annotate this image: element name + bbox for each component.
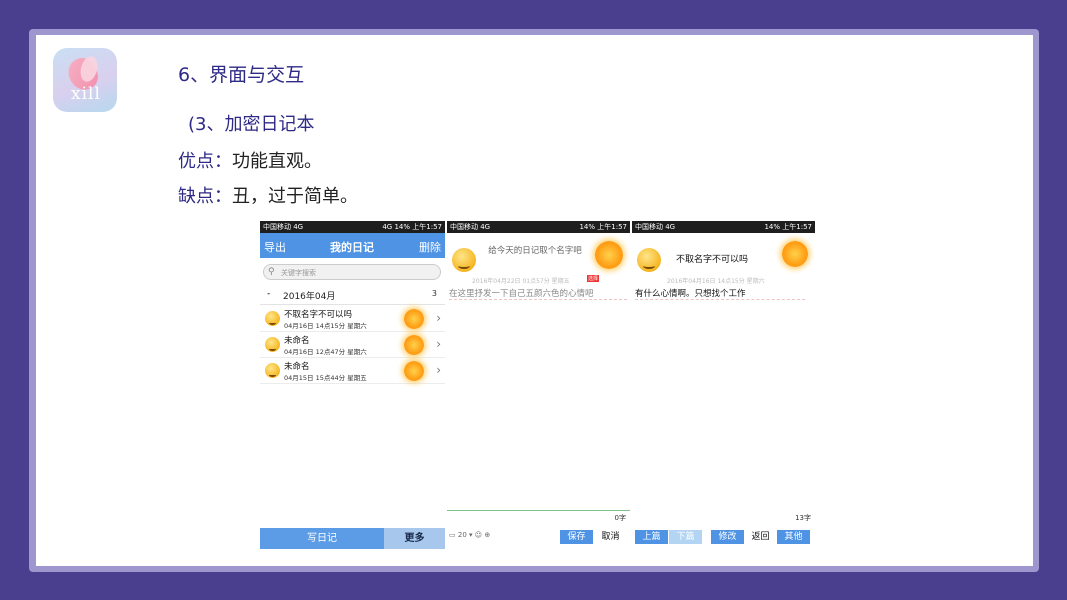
entry-meta: 2016年04月22日 01点57分 星期五 [472, 278, 570, 285]
list-header: 导出 我的日记 删除 [260, 233, 445, 258]
other-button[interactable]: 其他 [777, 530, 810, 544]
pros-label: 优点： [178, 151, 232, 172]
sunny-weather-icon [404, 361, 424, 381]
entry-title: 不取名字不可以吗 [284, 310, 353, 320]
mood-selector-icon[interactable] [452, 248, 476, 272]
emoji-icon[interactable]: ☺ [475, 531, 482, 539]
diary-list-item[interactable]: 未命名 04月16日 12点47分 星期六 › [260, 332, 445, 358]
more-button[interactable]: 更多 [384, 528, 445, 549]
signal-text: 4G [382, 223, 393, 231]
battery-text: 14% [579, 223, 596, 231]
entry-meta: 2016年04月16日 14点15分 星期六 [667, 278, 765, 285]
sunny-weather-icon [782, 241, 808, 267]
time-text: 上午1:57 [412, 223, 442, 231]
color-picker-icon[interactable]: ▾ [469, 531, 473, 539]
sad-face-icon [637, 248, 661, 272]
month-count: 3 [431, 289, 437, 298]
cancel-button[interactable]: 取消 [594, 530, 627, 544]
diary-body: 有什么心情啊。只想找个工作 [635, 287, 805, 300]
search-input[interactable]: ⚲ 关键字搜索 [263, 264, 441, 280]
save-button[interactable]: 保存 [560, 530, 593, 544]
slide-subtitle: (3、加密日记本 [188, 114, 315, 135]
select-tag-badge[interactable]: 选择 [587, 275, 600, 282]
status-bar: 中国移动 4G 14% 上午1:57 [632, 221, 815, 233]
diary-detail-screen: 中国移动 4G 14% 上午1:57 不取名字不可以吗 2016年04月16日 … [632, 221, 815, 549]
slide-title: 6、界面与交互 [178, 64, 305, 86]
body-input[interactable]: 在这里抒发一下自己五颜六色的心情吧 [449, 287, 627, 300]
month-group-header[interactable]: - 2016年04月 3 [260, 285, 445, 305]
sunny-weather-icon [404, 335, 424, 355]
header-title: 我的日记 [330, 241, 374, 254]
smiley-face-icon [265, 337, 280, 352]
cons-label: 缺点： [178, 186, 232, 207]
title-input[interactable]: 给今天的日记取个名字吧 [477, 246, 593, 257]
battery-text: 14% [764, 223, 781, 231]
cons-line: 缺点：丑，过于简单。 [178, 182, 358, 208]
diary-list-item[interactable]: 不取名字不可以吗 04月16日 14点15分 星期六 › [260, 306, 445, 332]
diary-title: 不取名字不可以吗 [676, 255, 749, 265]
pros-value: 功能直观。 [232, 151, 322, 172]
app-screenshots: 中国移动 4G 4G 14% 上午1:57 导出 我的日记 删除 ⚲ 关键字搜索… [260, 221, 815, 549]
previous-button[interactable]: 上篇 [635, 530, 668, 544]
sad-face-icon [265, 311, 280, 326]
entry-date: 04月15日 15点44分 星期五 [284, 374, 367, 382]
entry-date: 04月16日 12点47分 星期六 [284, 348, 367, 356]
carrier-text: 中国移动 4G [635, 223, 676, 231]
carrier-text: 中国移动 4G [263, 223, 304, 231]
pros-line: 优点：功能直观。 [178, 147, 322, 173]
diary-list-item[interactable]: 未命名 04月15日 15点44分 星期五 › [260, 358, 445, 384]
status-right: 4G 14% 上午1:57 [382, 221, 442, 233]
entry-title: 未命名 [284, 336, 310, 346]
weather-selector-icon[interactable] [595, 241, 623, 269]
chevron-right-icon: › [436, 363, 441, 377]
chevron-right-icon: › [436, 311, 441, 325]
write-diary-button[interactable]: 写日记 [260, 528, 384, 549]
new-diary-screen: 中国移动 4G 14% 上午1:57 给今天的日记取个名字吧 2016年04月2… [447, 221, 630, 549]
time-text: 上午1:57 [782, 223, 812, 231]
time-text: 上午1:57 [597, 223, 627, 231]
char-count: 13字 [795, 514, 811, 522]
status-right: 14% 上午1:57 [579, 221, 627, 233]
back-button[interactable]: 返回 [745, 530, 776, 544]
search-placeholder: 关键字搜索 [281, 269, 316, 277]
status-right: 14% 上午1:57 [764, 221, 812, 233]
edit-button[interactable]: 修改 [711, 530, 744, 544]
diary-list-screen: 中国移动 4G 4G 14% 上午1:57 导出 我的日记 删除 ⚲ 关键字搜索… [260, 221, 445, 549]
divider [447, 510, 630, 511]
char-count: 0字 [614, 514, 626, 522]
chevron-right-icon: › [436, 337, 441, 351]
entry-date: 04月16日 14点15分 星期六 [284, 322, 367, 330]
status-bar: 中国移动 4G 14% 上午1:57 [447, 221, 630, 233]
text-format-icon[interactable]: ▭ [449, 531, 456, 539]
collapse-dash: - [267, 289, 271, 299]
font-size-select[interactable]: 20 [458, 531, 467, 539]
editor-toolbar: ▭ 20 ▾ ☺ ⊕ [449, 531, 490, 539]
add-icon[interactable]: ⊕ [484, 531, 490, 539]
delete-button[interactable]: 删除 [419, 239, 441, 255]
export-button[interactable]: 导出 [264, 239, 286, 255]
search-icon: ⚲ [268, 267, 275, 277]
sunny-weather-icon [404, 309, 424, 329]
battery-text: 14% [394, 223, 411, 231]
status-bar: 中国移动 4G 4G 14% 上午1:57 [260, 221, 445, 233]
month-label: 2016年04月 [283, 292, 336, 302]
carrier-text: 中国移动 4G [450, 223, 491, 231]
cons-value: 丑，过于简单。 [232, 186, 358, 207]
app-logo: xill [53, 48, 117, 112]
next-button[interactable]: 下篇 [669, 530, 702, 544]
entry-title: 未命名 [284, 362, 310, 372]
logo-text: xill [71, 84, 101, 104]
smiley-face-icon [265, 363, 280, 378]
